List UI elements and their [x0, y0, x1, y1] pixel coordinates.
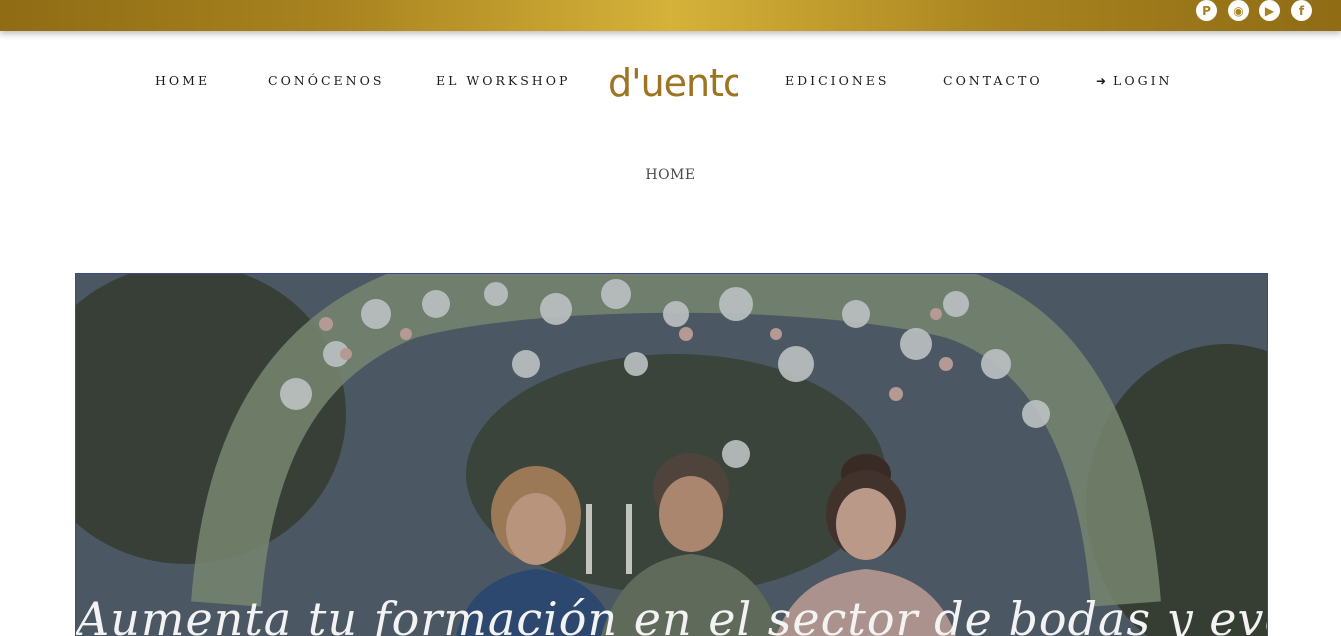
brand-logo-text: d'uento: [608, 61, 738, 105]
pinterest-icon[interactable]: P: [1196, 0, 1217, 21]
nav-conocenos[interactable]: CONÓCENOS: [268, 73, 384, 88]
top-bar: P ◉ ▶ f: [0, 0, 1341, 31]
nav-contacto[interactable]: CONTACTO: [943, 73, 1043, 88]
instagram-icon[interactable]: ◉: [1228, 0, 1249, 21]
nav-home[interactable]: HOME: [155, 73, 210, 88]
breadcrumb: HOME: [0, 167, 1341, 183]
facebook-icon[interactable]: f: [1291, 0, 1312, 21]
nav-login-label: LOGIN: [1113, 73, 1173, 88]
hero-banner: Aumenta tu formación en el sector de bod…: [75, 273, 1268, 636]
main-nav: HOME CONÓCENOS EL WORKSHOP d'uento EDICI…: [0, 56, 1341, 108]
youtube-icon[interactable]: ▶: [1259, 0, 1280, 21]
breadcrumb-current: HOME: [645, 167, 696, 183]
nav-ediciones[interactable]: EDICIONES: [785, 73, 889, 88]
hero-overlay: [76, 274, 1267, 636]
sign-in-icon: ➜: [1096, 74, 1107, 88]
hero-image: [76, 274, 1267, 636]
brand-logo[interactable]: d'uento: [606, 56, 738, 106]
nav-el-workshop[interactable]: EL WORKSHOP: [436, 73, 570, 88]
hero-headline: Aumenta tu formación en el sector de bod…: [76, 592, 1268, 636]
nav-login[interactable]: ➜ LOGIN: [1096, 73, 1172, 88]
